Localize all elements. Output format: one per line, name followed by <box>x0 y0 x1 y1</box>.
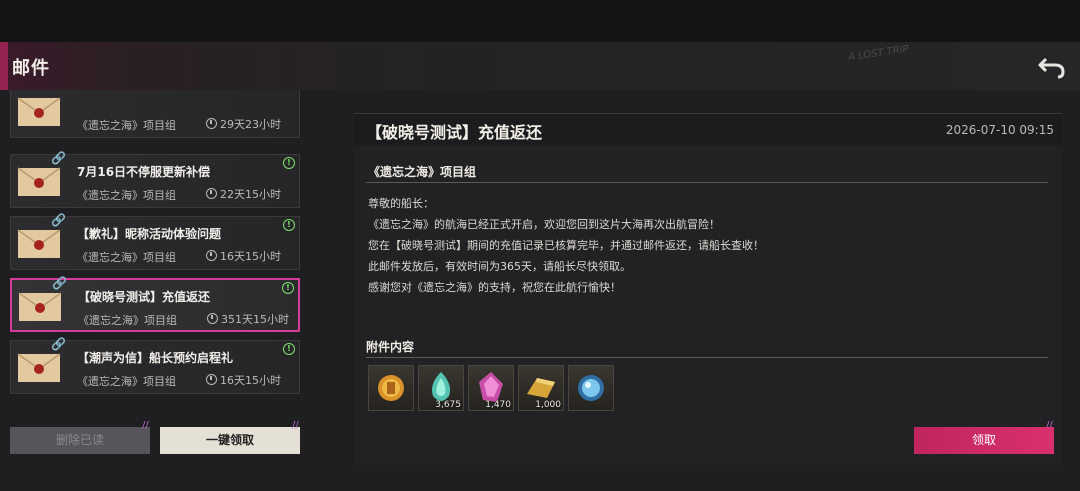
mail-expiry: 351天15小时 <box>207 311 289 327</box>
paperclip-icon: 🔗 <box>51 151 66 165</box>
mail-detail-title: 【破晓号测试】充值返还 <box>366 123 543 142</box>
mail-expiry: 29天23小时 <box>206 116 281 132</box>
mail-title: 【歉礼】昵称活动体验问题 <box>77 227 222 241</box>
gold-coin-icon <box>378 375 404 401</box>
mail-sender: 《遗忘之海》项目组 <box>77 119 176 132</box>
mail-expiry: 16天15小时 <box>206 248 281 264</box>
clock-icon <box>206 250 217 261</box>
envelope-icon <box>18 292 62 321</box>
attachment-item[interactable]: 3,675 <box>418 365 464 411</box>
divider <box>366 182 1048 183</box>
paperclip-icon: 🔗 <box>52 276 67 290</box>
mail-detail-header: 【破晓号测试】充值返还 2026-07-10 09:15 <box>354 113 1062 145</box>
mail-title: 7月16日不停服更新补偿 <box>77 165 211 179</box>
mail-detail-body: 《遗忘之海》项目组 尊敬的船长： 《遗忘之海》的航海已经正式开启，欢迎您回到这片… <box>354 145 1062 465</box>
mail-item[interactable]: 🔗 ! 7月16日不停服更新补偿 《遗忘之海》项目组 22天15小时 <box>10 151 300 208</box>
paperclip-icon: 🔗 <box>51 337 66 351</box>
mail-detail-date: 2026-07-10 09:15 <box>945 123 1054 137</box>
mail-line: 此邮件发放后，有效时间为365天，请船长尽快领取。 <box>368 260 631 273</box>
header-bar: 邮件 <box>0 42 1080 90</box>
envelope-icon <box>17 97 61 126</box>
attachment-label: 附件内容 <box>366 340 415 354</box>
claim-all-button[interactable]: 一键领取 <box>160 427 300 454</box>
page-title: 邮件 <box>12 58 50 79</box>
alert-icon: ! <box>283 343 295 355</box>
mail-expiry: 22天15小时 <box>206 186 281 202</box>
mail-line: 尊敬的船长： <box>368 197 434 210</box>
attachment-item[interactable]: 1,000 <box>518 365 564 411</box>
mail-item-selected[interactable]: 🔗 ! 【破晓号测试】充值返还 《遗忘之海》项目组 351天15小时 <box>10 276 300 332</box>
mail-item[interactable]: 🔗 ! 【潮声为信】船长预约启程礼 《遗忘之海》项目组 16天15小时 <box>10 337 300 394</box>
attachment-count: 3,675 <box>435 400 461 410</box>
mail-sender: 《遗忘之海》项目组 <box>77 375 176 388</box>
attachment-item[interactable] <box>368 365 414 411</box>
back-arrow-icon[interactable] <box>1036 50 1068 82</box>
mail-expiry: 16天15小时 <box>206 372 281 388</box>
slash-decoration: // <box>292 420 299 431</box>
paperclip-icon: 🔗 <box>51 213 66 227</box>
attachment-item[interactable]: 1,470 <box>468 365 514 411</box>
blue-orb-icon <box>578 375 604 401</box>
mail-title: 【潮声为信】船长预约启程礼 <box>77 351 234 365</box>
envelope-icon <box>17 353 61 382</box>
clock-icon <box>206 374 217 385</box>
top-backdrop <box>0 0 1080 42</box>
claim-button[interactable]: 领取 <box>914 427 1054 454</box>
mail-line: 感谢您对《遗忘之海》的支持，祝您在此航行愉快！ <box>368 281 621 294</box>
envelope-icon <box>17 229 61 258</box>
mail-sender: 《遗忘之海》项目组 <box>77 189 176 202</box>
slash-decoration: // <box>142 420 149 431</box>
alert-icon: ! <box>283 219 295 231</box>
mail-line: 《遗忘之海》的航海已经正式开启，欢迎您回到这片大海再次出航冒险！ <box>368 218 720 231</box>
clock-icon <box>206 118 217 129</box>
delete-read-button[interactable]: 删除已读 <box>10 427 150 454</box>
mail-item[interactable]: 🔗 ! 【歉礼】昵称活动体验问题 《遗忘之海》项目组 16天15小时 <box>10 213 300 270</box>
mail-line: 您在【破晓号测试】期间的充值记录已核算完毕，并通过邮件返还，请船长查收！ <box>368 239 764 252</box>
clock-icon <box>206 188 217 199</box>
envelope-icon <box>17 167 61 196</box>
clock-icon <box>207 313 218 324</box>
mail-list[interactable]: 《遗忘之海》项目组 29天23小时 🔗 ! 7月16日不停服更新补偿 《遗忘之海… <box>0 90 305 400</box>
mail-title: 【破晓号测试】充值返还 <box>78 290 211 304</box>
attachment-item[interactable] <box>568 365 614 411</box>
mail-detail-sender: 《遗忘之海》项目组 <box>368 165 477 179</box>
mail-content: 尊敬的船长： 《遗忘之海》的航海已经正式开启，欢迎您回到这片大海再次出航冒险！ … <box>368 193 1048 298</box>
divider <box>366 357 1048 358</box>
mail-sender: 《遗忘之海》项目组 <box>77 251 176 264</box>
attachment-count: 1,470 <box>485 400 511 410</box>
alert-icon: ! <box>283 157 295 169</box>
mail-item[interactable]: 《遗忘之海》项目组 29天23小时 <box>10 90 300 138</box>
attachment-count: 1,000 <box>535 400 561 410</box>
alert-icon: ! <box>282 282 294 294</box>
mail-sender: 《遗忘之海》项目组 <box>78 314 177 327</box>
